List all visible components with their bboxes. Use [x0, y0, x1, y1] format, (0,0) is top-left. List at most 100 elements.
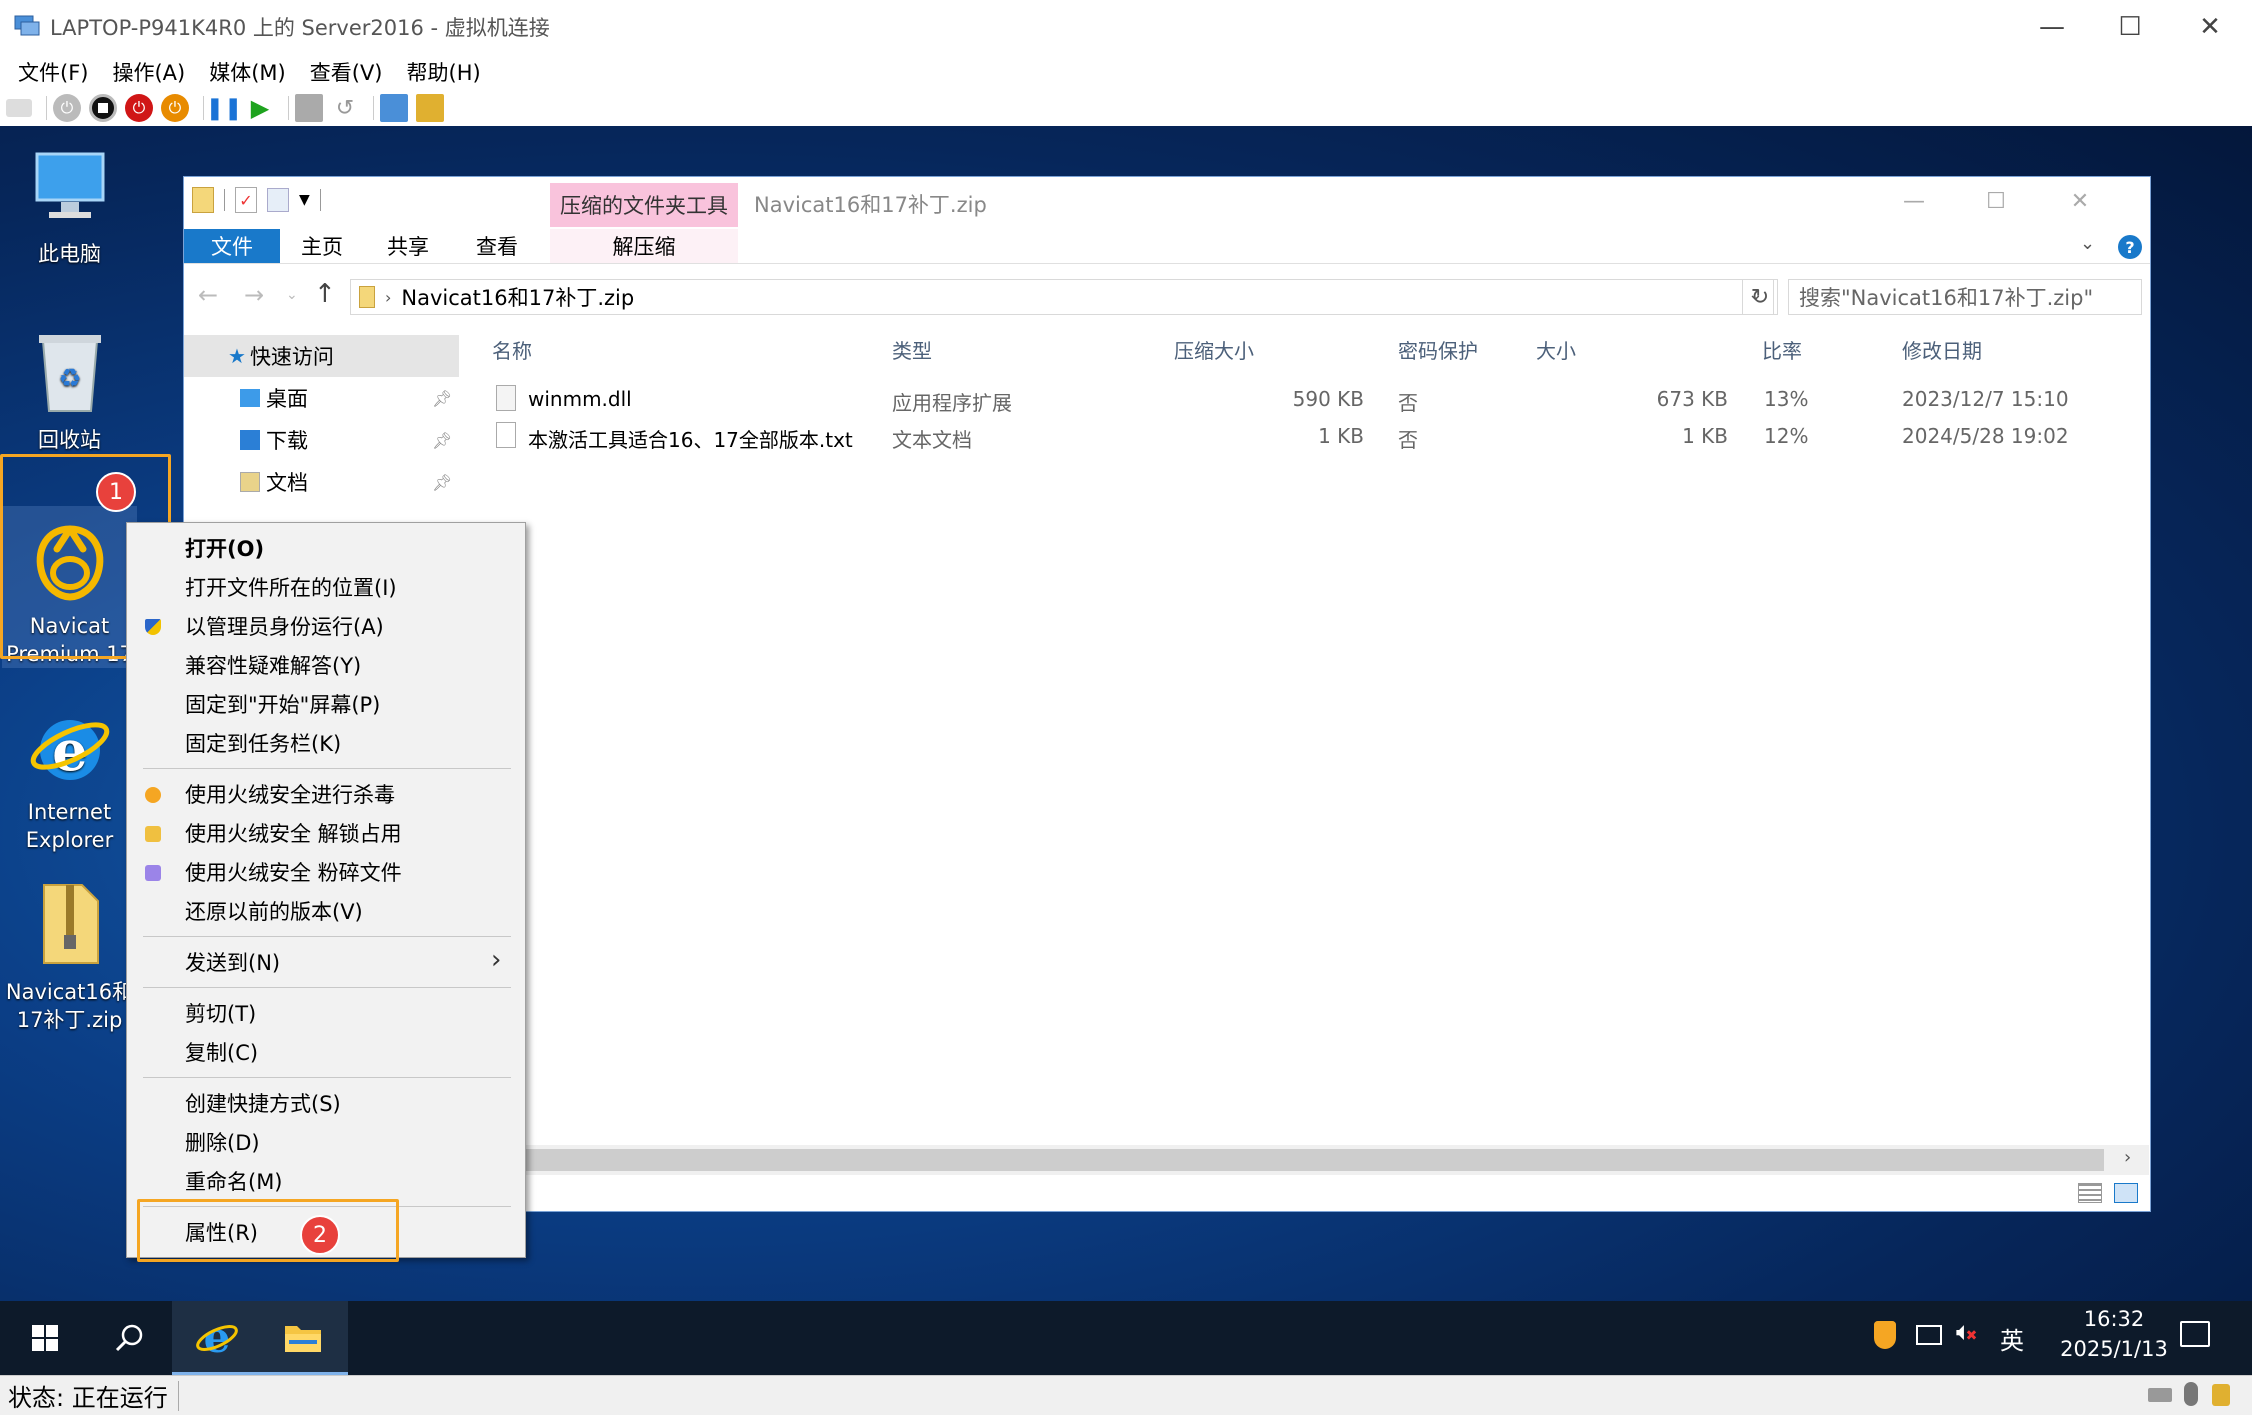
vm-status-bar: 状态: 正在运行: [0, 1375, 2252, 1415]
minimize-button[interactable]: —: [2012, 0, 2092, 54]
vm-title-bar[interactable]: LAPTOP-P941K4R0 上的 Server2016 - 虚拟机连接 — …: [0, 0, 2252, 54]
column-header-name[interactable]: 名称: [492, 335, 532, 364]
network-icon[interactable]: [1916, 1325, 1942, 1345]
desktop-icon-ie[interactable]: e Internet Explorer: [2, 692, 137, 854]
start-button[interactable]: [0, 1301, 90, 1375]
ribbon-expand-chevron-icon[interactable]: ⌄: [2080, 233, 2095, 254]
enhanced-session-icon[interactable]: [380, 94, 408, 122]
menu-view[interactable]: 查看(V): [310, 57, 383, 87]
new-folder-icon[interactable]: [267, 188, 289, 212]
volume-muted-icon[interactable]: 🔈︎✖: [1956, 1317, 1977, 1348]
help-icon[interactable]: ?: [2118, 235, 2142, 259]
tab-extract[interactable]: 解压缩: [550, 229, 738, 263]
forward-icon[interactable]: →: [244, 281, 264, 309]
explorer-maximize-button[interactable]: ☐: [1966, 183, 2026, 219]
menu-item-huorong-shred[interactable]: 使用火绒安全 粉碎文件: [127, 853, 525, 891]
maximize-button[interactable]: ☐: [2090, 0, 2170, 54]
tab-file[interactable]: 文件: [184, 229, 280, 263]
pin-icon[interactable]: 📌︎: [432, 389, 452, 408]
explorer-close-button[interactable]: ✕: [2050, 183, 2110, 219]
properties-icon[interactable]: ✓: [235, 187, 257, 213]
nav-item-desktop[interactable]: 桌面 📌︎: [184, 377, 459, 419]
nav-quick-access[interactable]: ★ 快速访问: [184, 335, 459, 377]
turn-off-icon[interactable]: [89, 94, 117, 122]
menu-item-rename[interactable]: 重命名(M): [127, 1162, 525, 1200]
menu-action[interactable]: 操作(A): [112, 57, 185, 87]
shutdown-icon[interactable]: ⏻: [125, 94, 153, 122]
table-row[interactable]: winmm.dll 应用程序扩展 590 KB 否 673 KB 13% 202…: [492, 383, 2142, 417]
ie-icon: e: [196, 1314, 238, 1360]
svg-text:e: e: [204, 1314, 231, 1360]
close-button[interactable]: ✕: [2170, 0, 2250, 54]
large-icons-view-icon[interactable]: [2114, 1183, 2138, 1203]
column-header-ratio[interactable]: 比率: [1762, 335, 1802, 364]
scroll-right-icon[interactable]: ›: [2124, 1147, 2131, 1168]
address-bar[interactable]: › Navicat16和17补丁.zip ⌄: [350, 279, 1774, 315]
tab-view[interactable]: 查看: [452, 229, 542, 263]
table-row[interactable]: 本激活工具适合16、17全部版本.txt 文本文档 1 KB 否 1 KB 12…: [492, 420, 2142, 454]
taskbar-explorer-button[interactable]: [258, 1301, 348, 1375]
share-icon[interactable]: [416, 94, 444, 122]
scrollbar-thumb[interactable]: [524, 1149, 2104, 1171]
resume-icon[interactable]: ▶: [246, 94, 274, 122]
search-placeholder: 搜索"Navicat16和17补丁.zip": [1799, 286, 2094, 310]
menu-item-compat-troubleshoot[interactable]: 兼容性疑难解答(Y): [127, 646, 525, 684]
up-icon[interactable]: ↑: [314, 279, 336, 309]
menu-item-cut[interactable]: 剪切(T): [127, 994, 525, 1032]
search-input[interactable]: 搜索"Navicat16和17补丁.zip": [1788, 279, 2142, 315]
pin-icon[interactable]: 📌︎: [432, 431, 452, 450]
menu-item-pin-start[interactable]: 固定到"开始"屏幕(P): [127, 685, 525, 723]
column-header-password[interactable]: 密码保护: [1398, 335, 1478, 364]
menu-item-delete[interactable]: 删除(D): [127, 1123, 525, 1161]
tab-share[interactable]: 共享: [364, 229, 452, 263]
column-header-type[interactable]: 类型: [892, 335, 932, 364]
column-header-size[interactable]: 大小: [1536, 335, 1576, 364]
pause-icon[interactable]: ❚❚: [206, 94, 243, 122]
desktop-icon-recycle-bin[interactable]: ♻ 回收站: [2, 322, 137, 454]
explorer-minimize-button[interactable]: —: [1884, 183, 1944, 219]
menu-item-huorong-unlock[interactable]: 使用火绒安全 解锁占用: [127, 814, 525, 852]
menu-help[interactable]: 帮助(H): [407, 57, 481, 87]
details-view-icon[interactable]: [2078, 1183, 2102, 1203]
ctrl-alt-del-icon[interactable]: [6, 99, 32, 117]
menu-item-huorong-scan[interactable]: 使用火绒安全进行杀毒: [127, 775, 525, 813]
menu-item-open[interactable]: 打开(O): [127, 529, 525, 567]
zip-folder-small-icon[interactable]: [192, 187, 214, 213]
menu-item-create-shortcut[interactable]: 创建快捷方式(S): [127, 1084, 525, 1122]
nav-item-documents[interactable]: 文档 📌︎: [184, 461, 459, 503]
menu-item-pin-taskbar[interactable]: 固定到任务栏(K): [127, 724, 525, 762]
menu-file[interactable]: 文件(F): [18, 57, 88, 87]
refresh-icon[interactable]: ↻: [1742, 279, 1778, 315]
desktop-icon-this-pc[interactable]: 此电脑: [2, 140, 137, 268]
menu-item-open-location[interactable]: 打开文件所在的位置(I): [127, 568, 525, 606]
ime-indicator[interactable]: 英: [2000, 1321, 2024, 1356]
column-header-packed-size[interactable]: 压缩大小: [1174, 335, 1254, 364]
menu-media[interactable]: 媒体(M): [209, 57, 286, 87]
start-icon[interactable]: ⏻: [53, 94, 81, 122]
horizontal-scrollbar[interactable]: ›: [524, 1145, 2149, 1175]
recent-chevron-icon[interactable]: ⌄: [286, 287, 298, 303]
desktop-icon-zip[interactable]: Navicat16和17补丁.zip: [2, 874, 137, 1034]
explorer-ribbon: ✓ ▼ 压缩的文件夹工具 Navicat16和17补丁.zip — ☐ ✕ 文件…: [184, 177, 2150, 264]
huorong-tray-icon[interactable]: [1874, 1321, 1896, 1349]
save-state-icon[interactable]: ⏻: [161, 94, 189, 122]
menu-item-send-to[interactable]: 发送到(N): [127, 943, 525, 981]
menu-item-restore-versions[interactable]: 还原以前的版本(V): [127, 892, 525, 930]
clock-time[interactable]: 16:32: [2064, 1307, 2164, 1331]
tab-home[interactable]: 主页: [280, 229, 364, 263]
menu-item-copy[interactable]: 复制(C): [127, 1033, 525, 1071]
back-icon[interactable]: ←: [198, 281, 218, 309]
checkpoint-icon[interactable]: [295, 94, 323, 122]
taskbar-ie-button[interactable]: e: [172, 1301, 262, 1375]
file-date: 2024/5/28 19:02: [1902, 424, 2069, 448]
pin-icon[interactable]: 📌︎: [432, 473, 452, 492]
properties-highlight-box: [137, 1199, 399, 1262]
menu-item-run-as-admin[interactable]: 以管理员身份运行(A): [127, 607, 525, 645]
action-center-icon[interactable]: [2180, 1321, 2210, 1347]
search-button[interactable]: [84, 1301, 174, 1375]
chevron-down-icon[interactable]: ▼: [299, 192, 310, 208]
revert-icon[interactable]: ↺: [331, 94, 359, 122]
column-header-date[interactable]: 修改日期: [1902, 335, 1982, 364]
clock-date[interactable]: 2025/1/13: [2036, 1337, 2192, 1361]
nav-item-downloads[interactable]: 下载 📌︎: [184, 419, 459, 461]
